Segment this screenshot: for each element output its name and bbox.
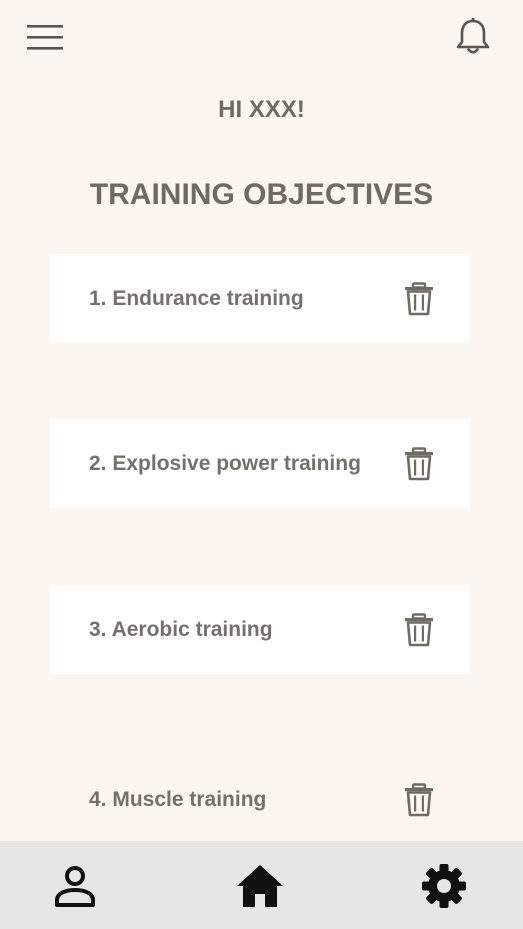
trash-icon: [405, 447, 433, 481]
objective-label: 2. Explosive power training: [89, 451, 361, 475]
notification-button[interactable]: [452, 16, 494, 58]
person-icon: [55, 866, 95, 907]
objective-item-3[interactable]: 3. Aerobic training: [50, 585, 470, 674]
trash-icon: [405, 783, 433, 817]
profile-nav-button[interactable]: [52, 863, 98, 909]
gear-icon: [422, 864, 466, 908]
menu-button[interactable]: [26, 22, 66, 54]
trash-icon: [405, 282, 433, 316]
delete-objective-button[interactable]: [403, 613, 435, 647]
delete-objective-button[interactable]: [403, 282, 435, 316]
settings-nav-button[interactable]: [421, 863, 467, 909]
objective-label: 3. Aerobic training: [89, 617, 273, 641]
bell-icon: [456, 18, 490, 54]
top-bar: [0, 0, 523, 80]
hamburger-menu-icon: [27, 25, 63, 50]
trash-icon: [405, 613, 433, 647]
objective-label: 1. Endurance training: [89, 286, 304, 310]
objective-item-4[interactable]: 4. Muscle training: [50, 755, 470, 844]
delete-objective-button[interactable]: [403, 447, 435, 481]
page-title: TRAINING OBJECTIVES: [89, 178, 434, 211]
home-icon: [237, 865, 283, 907]
objective-item-1[interactable]: 1. Endurance training: [50, 254, 470, 343]
delete-objective-button[interactable]: [403, 783, 435, 817]
objective-item-2[interactable]: 2. Explosive power training: [50, 419, 470, 508]
objective-label: 4. Muscle training: [89, 787, 267, 811]
greeting-text: HI XXX!: [218, 96, 305, 123]
home-nav-button[interactable]: [236, 863, 283, 909]
bottom-navigation: [0, 841, 523, 929]
